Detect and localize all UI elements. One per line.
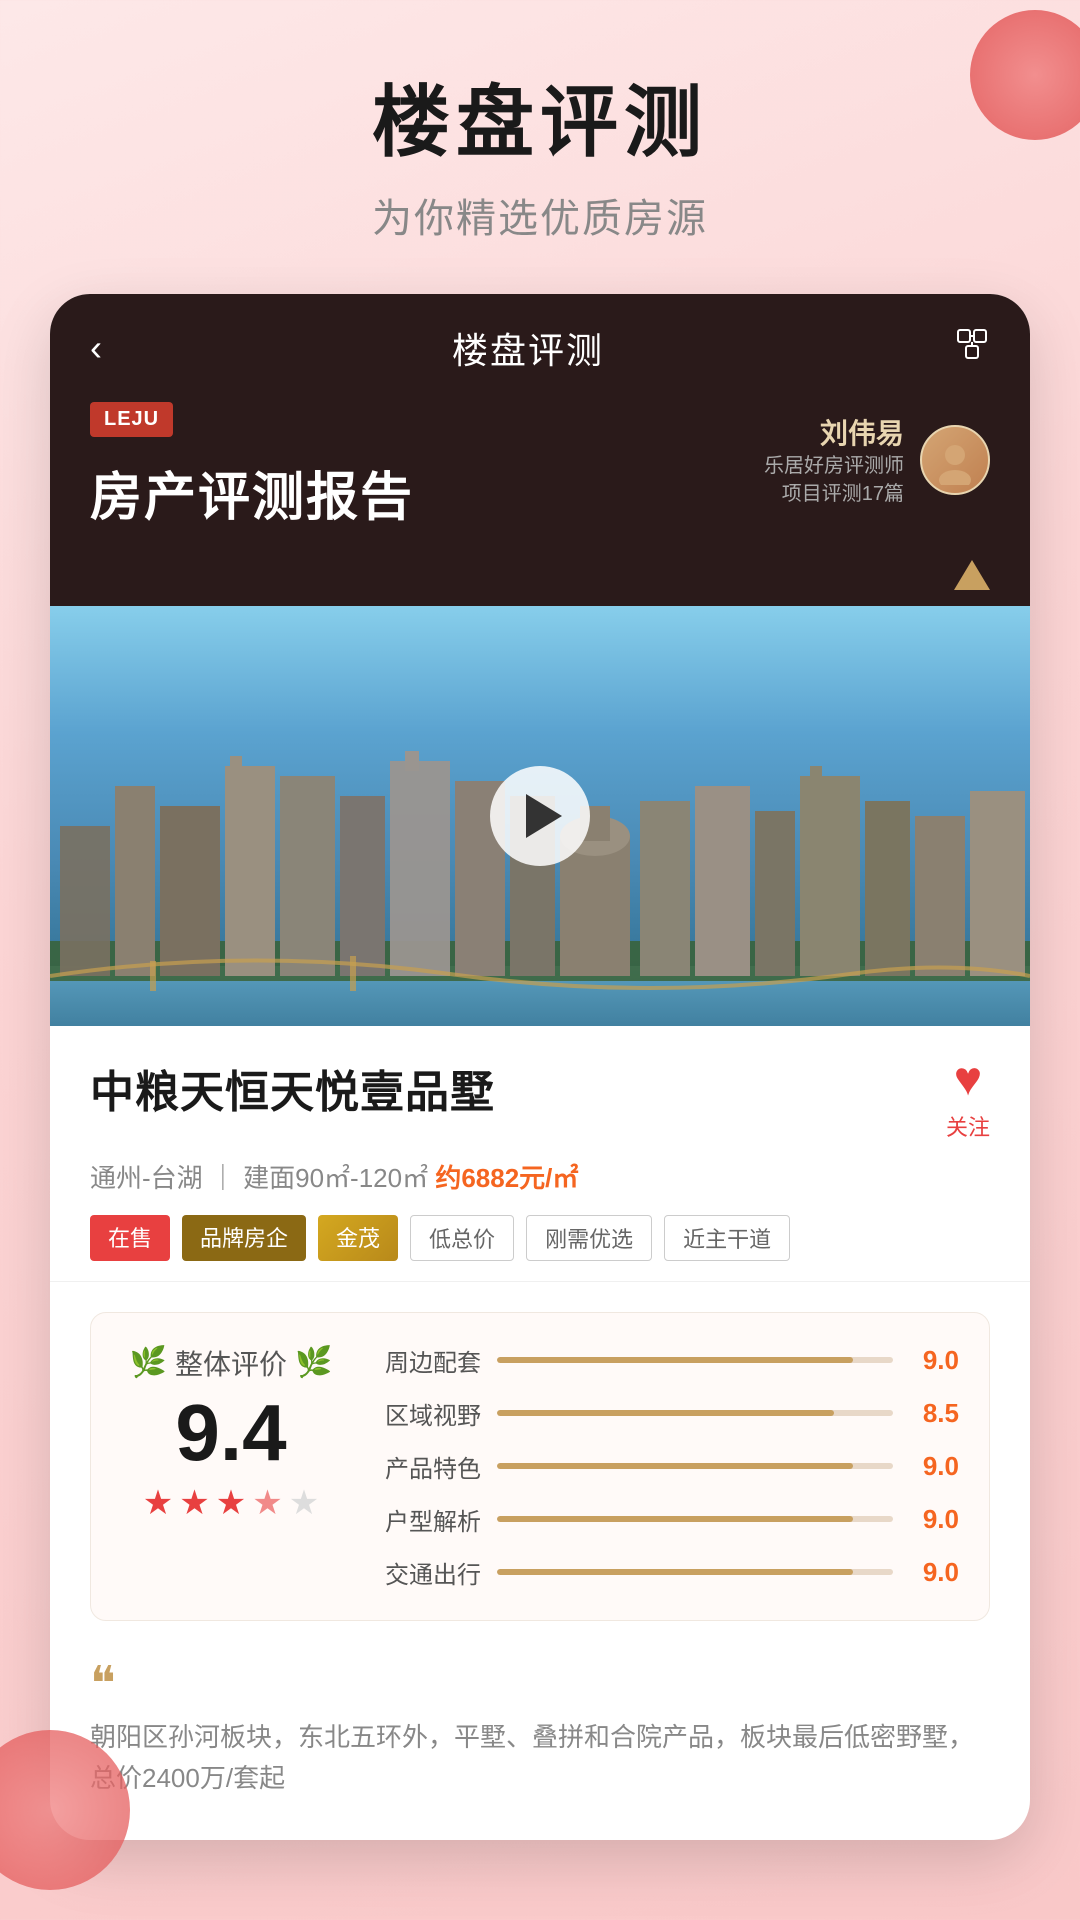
rating-bar-fill: [497, 1516, 853, 1522]
laurel-left-icon: 🌿: [130, 1345, 167, 1380]
follow-button[interactable]: ♥ 关注: [946, 1056, 990, 1142]
star-icon: ★: [252, 1483, 282, 1523]
report-logo-area: LEJU 房产评测报告: [90, 402, 414, 530]
page-title: 楼盘评测: [40, 80, 1040, 166]
overall-score: 9.4: [175, 1393, 286, 1473]
heart-icon: ♥: [954, 1056, 983, 1104]
rating-section: 🌿 整体评价 🌿 9.4 ★★★★★ 周边配套9.0区域视野8.5产品特色9.0…: [90, 1312, 990, 1621]
rating-bar-bg: [497, 1410, 893, 1416]
triangle-decoration: [954, 560, 990, 590]
property-meta: 通州-台湖 ｜ 建面90㎡-120㎡ 约6882元/㎡: [90, 1158, 990, 1195]
property-header: 中粮天恒天悦壹品墅 ♥ 关注: [90, 1056, 990, 1142]
property-tag: 品牌房企: [182, 1215, 306, 1261]
star-icon: ★: [179, 1483, 209, 1523]
rating-detail-label: 区域视野: [381, 1396, 481, 1431]
detail-ratings: 周边配套 9.0 区域视野 8.5 产品特色 9.0 户型解析 9.0 交通出行 9.0: [381, 1343, 959, 1590]
rating-detail-row: 户型解析 9.0: [381, 1502, 959, 1537]
share-button[interactable]: [954, 326, 990, 370]
rating-detail-value: 8.5: [909, 1398, 959, 1429]
overall-rating: 🌿 整体评价 🌿 9.4 ★★★★★: [121, 1343, 341, 1590]
triangle-deco-area: [50, 560, 1030, 606]
app-bar-title: 楼盘评测: [452, 322, 604, 374]
overall-label: 整体评价: [175, 1343, 287, 1383]
property-info: 中粮天恒天悦壹品墅 ♥ 关注 通州-台湖 ｜ 建面90㎡-120㎡ 约6882元…: [50, 1026, 1030, 1282]
rating-bar-bg: [497, 1516, 893, 1522]
rating-detail-value: 9.0: [909, 1451, 959, 1482]
property-price: 约6882元/㎡: [435, 1163, 578, 1193]
video-area[interactable]: [50, 606, 1030, 1026]
quote-section: ❝ 朝阳区孙河板块，东北五环外，平墅、叠拼和合院产品，板块最后低密野墅，总价24…: [50, 1651, 1030, 1840]
rating-bar-fill: [497, 1410, 834, 1416]
property-area: 建面90㎡-120㎡: [243, 1163, 428, 1193]
leju-badge: LEJU: [90, 402, 173, 437]
quote-mark: ❝: [90, 1661, 990, 1709]
rating-detail-row: 周边配套 9.0: [381, 1343, 959, 1378]
reviewer-info: 刘伟易 乐居好房评测师 项目评测17篇: [764, 412, 904, 508]
reviewer-avatar: [920, 425, 990, 495]
rating-detail-row: 交通出行 9.0: [381, 1555, 959, 1590]
play-icon: [526, 794, 562, 838]
rating-detail-row: 产品特色 9.0: [381, 1449, 959, 1484]
rating-detail-row: 区域视野 8.5: [381, 1396, 959, 1431]
back-button[interactable]: ‹: [90, 327, 102, 369]
property-location: 通州-台湖: [90, 1163, 203, 1193]
star-icon: ★: [289, 1483, 319, 1523]
page-subtitle: 为你精选优质房源: [40, 186, 1040, 244]
rating-detail-label: 交通出行: [381, 1555, 481, 1590]
reviewer-area: 刘伟易 乐居好房评测师 项目评测17篇: [764, 412, 990, 508]
reviewer-name: 刘伟易: [764, 412, 904, 452]
rating-bar-bg: [497, 1569, 893, 1575]
property-name: 中粮天恒天悦壹品墅: [90, 1056, 495, 1120]
follow-label: 关注: [946, 1110, 990, 1142]
rating-detail-value: 9.0: [909, 1345, 959, 1376]
rating-detail-label: 户型解析: [381, 1502, 481, 1537]
star-icon: ★: [216, 1483, 246, 1523]
phone-card: ‹ 楼盘评测 LEJU 房产评测报告 刘伟易 乐居好房评测师 项目评测17篇: [50, 294, 1030, 1840]
report-header: LEJU 房产评测报告 刘伟易 乐居好房评测师 项目评测17篇: [50, 402, 1030, 560]
rating-detail-label: 周边配套: [381, 1343, 481, 1378]
laurel-right-icon: 🌿: [295, 1345, 332, 1380]
reviewer-desc1: 乐居好房评测师: [764, 452, 904, 480]
play-button[interactable]: [490, 766, 590, 866]
rating-detail-value: 9.0: [909, 1504, 959, 1535]
star-icon: ★: [143, 1483, 173, 1523]
rating-label-top: 🌿 整体评价 🌿: [130, 1343, 333, 1383]
property-tag: 低总价: [410, 1215, 514, 1261]
property-tags: 在售品牌房企金茂低总价刚需优选近主干道: [90, 1215, 990, 1261]
rating-detail-label: 产品特色: [381, 1449, 481, 1484]
reviewer-desc2: 项目评测17篇: [764, 480, 904, 508]
app-bar: ‹ 楼盘评测: [50, 294, 1030, 402]
rating-detail-value: 9.0: [909, 1557, 959, 1588]
property-tag: 近主干道: [664, 1215, 790, 1261]
rating-bar-bg: [497, 1463, 893, 1469]
report-main-title: 房产评测报告: [90, 455, 414, 530]
property-tag: 刚需优选: [526, 1215, 652, 1261]
rating-bar-fill: [497, 1357, 853, 1363]
property-tag: 金茂: [318, 1215, 398, 1261]
rating-bar-fill: [497, 1569, 853, 1575]
stars-row: ★★★★★: [143, 1483, 319, 1523]
header-section: 楼盘评测 为你精选优质房源: [0, 0, 1080, 294]
property-tag: 在售: [90, 1215, 170, 1261]
rating-bar-fill: [497, 1463, 853, 1469]
rating-bar-bg: [497, 1357, 893, 1363]
quote-text: 朝阳区孙河板块，东北五环外，平墅、叠拼和合院产品，板块最后低密野墅，总价2400…: [90, 1717, 990, 1800]
